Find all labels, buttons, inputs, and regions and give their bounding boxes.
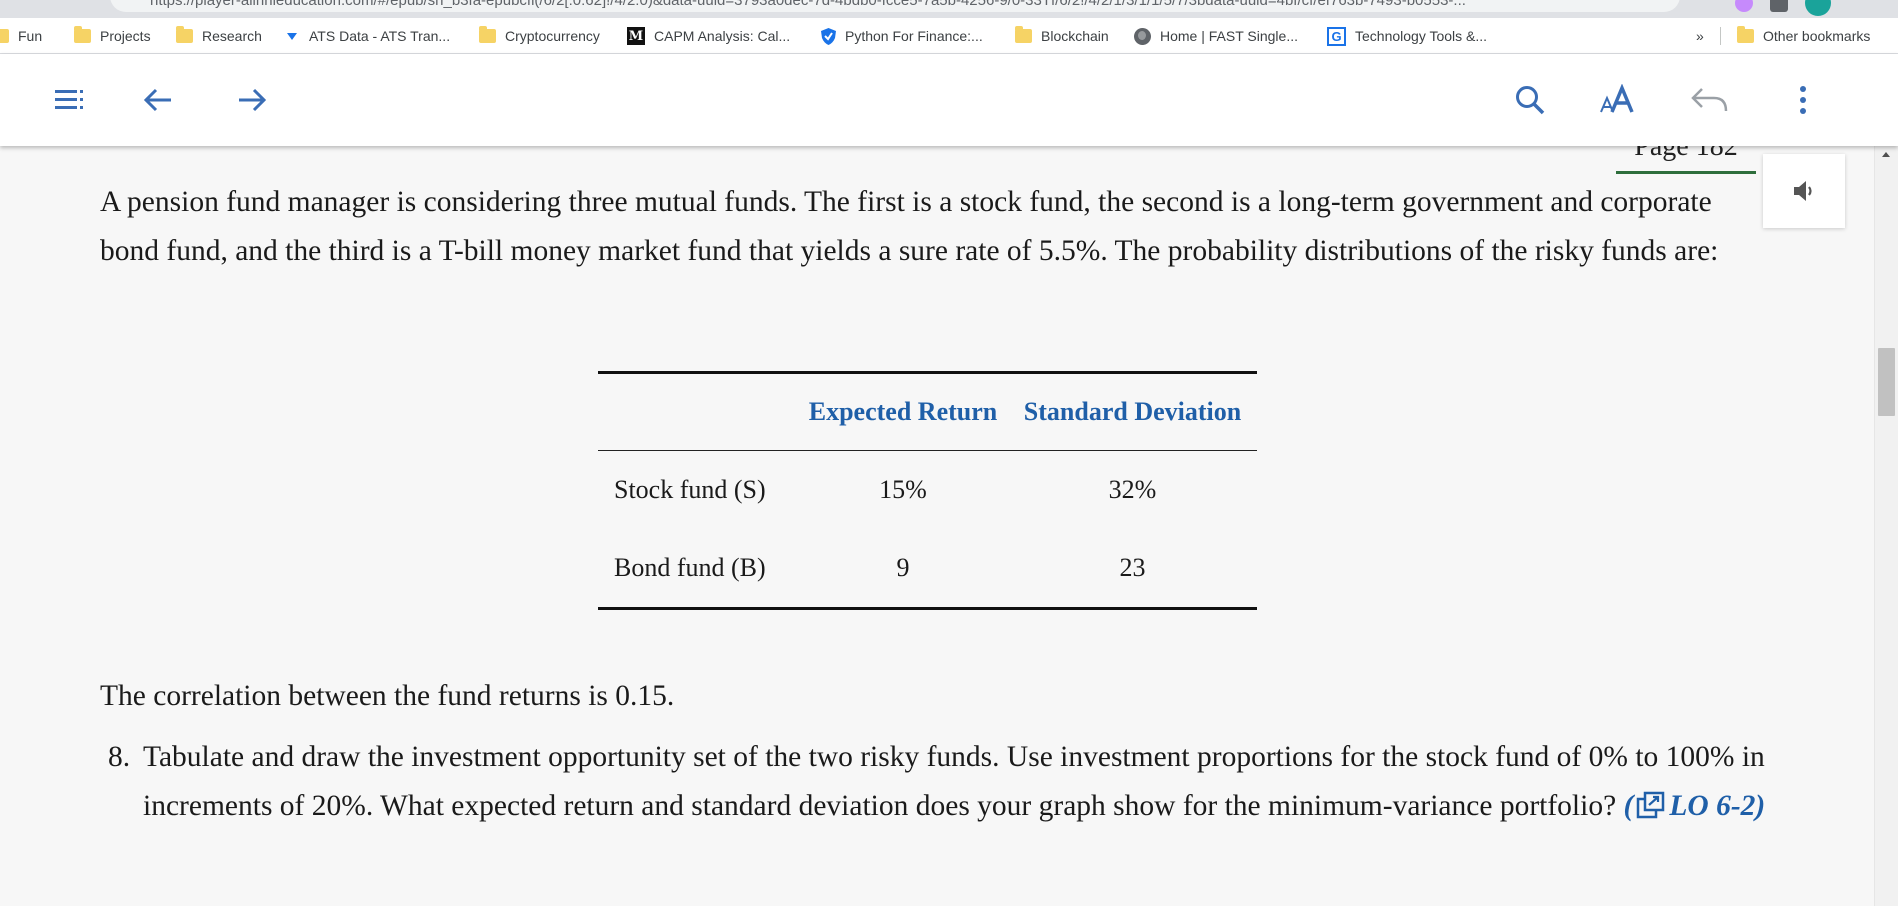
fund-name-cell: Stock fund (S) [614,475,766,505]
bookmark-label: Projects [100,28,151,44]
bookmark-label: Other bookmarks [1763,28,1871,44]
learning-objective-label: LO 6-2) [1669,790,1766,822]
bookmarks-divider [1720,27,1721,45]
reader-content: Page 182 A pension fund manager is consi… [0,146,1860,906]
folder-icon [0,29,9,43]
table-header-row: Expected Return Standard Deviation [598,373,1257,451]
bookmark-projects[interactable]: Projects [74,18,151,54]
more-options-button[interactable] [1777,74,1829,126]
bookmark-blockchain[interactable]: Blockchain [1015,18,1109,54]
search-icon [1516,86,1545,115]
page-number-rule [1616,171,1756,174]
bookmark-ats-data[interactable]: ATS Data - ATS Tran... [287,18,450,54]
bookmark-label: Home | FAST Single... [1160,28,1298,44]
m-logo-icon: M [627,27,645,45]
scroll-up-arrow-icon[interactable] [1882,152,1890,157]
bookmarks-bar: Fun Projects Research ATS Data - ATS Tra… [0,18,1898,54]
bookmark-technology-tools[interactable]: G Technology Tools &... [1327,18,1487,54]
other-bookmarks[interactable]: Other bookmarks [1737,18,1870,54]
bookmark-label: ATS Data - ATS Tran... [309,28,451,44]
folder-icon [479,26,496,43]
arrow-right-icon [239,88,267,112]
undo-button[interactable] [1684,74,1736,126]
std-dev-cell: 32% [1108,475,1157,505]
bookmark-label: Blockchain [1041,28,1109,44]
table-header-blank [598,373,798,451]
back-button[interactable] [132,74,184,126]
bookmark-label: Fun [18,28,43,44]
learning-objective-link[interactable]: (LO 6-2) [1624,790,1766,822]
folder-icon [1015,26,1032,43]
profile-avatar[interactable] [1805,0,1831,16]
bookmark-label: Cryptocurrency [505,28,600,44]
bookmark-fun[interactable]: Fun [0,18,42,54]
bookmark-capm-analysis[interactable]: M CAPM Analysis: Cal... [627,18,790,54]
address-bar-strip: https://player-alinnieducation.com/#/epu… [0,0,1898,18]
shield-icon [821,27,836,45]
intro-paragraph: A pension fund manager is considering th… [100,186,1719,267]
question-text: Tabulate and draw the investment opportu… [143,741,1765,822]
bookmarks-overflow-button[interactable]: » [1696,18,1704,54]
more-vertical-icon [1800,86,1806,114]
correlation-paragraph: The correlation between the fund returns… [100,680,675,712]
forward-button[interactable] [226,74,278,126]
folder-icon [74,26,91,43]
undo-icon [1691,88,1728,112]
question-8: 8. Tabulate and draw the investment oppo… [108,733,1768,831]
risky-funds-table: Expected Return Standard Deviation Stock… [598,371,1257,610]
reader-toolbar [0,54,1898,146]
table-header-expected-return: Expected Return [808,397,998,426]
bookmark-label: Research [202,28,262,44]
content-scrollbar[interactable] [1874,146,1898,906]
search-button[interactable] [1504,74,1556,126]
bookmark-label: Python For Finance:... [845,28,983,44]
bookmark-label: CAPM Analysis: Cal... [654,28,791,44]
external-link-icon [1637,791,1665,819]
bookmark-label: Technology Tools &... [1355,28,1488,44]
table-header-standard-deviation: Standard Deviation [1023,397,1242,426]
arrow-left-icon [143,88,171,112]
scrollbar-thumb[interactable] [1878,348,1895,416]
expected-return-cell: 15% [879,475,927,505]
bookmark-cryptocurrency[interactable]: Cryptocurrency [479,18,600,54]
bookmark-fast-single[interactable]: Home | FAST Single... [1134,18,1298,54]
globe-icon [1134,27,1151,45]
arrow-icon [287,32,297,40]
url-text[interactable]: https://player-alinnieducation.com/#/epu… [150,0,1466,9]
fund-name-cell: Bond fund (B) [614,553,766,583]
extension-icon[interactable] [1735,0,1753,12]
read-aloud-button[interactable] [1763,154,1845,228]
folder-icon [1737,26,1754,43]
menu-button[interactable] [44,74,96,126]
folder-icon [176,26,193,43]
speaker-icon [1794,181,1812,201]
std-dev-cell: 23 [1119,553,1146,583]
bookmark-python-finance[interactable]: Python For Finance:... [821,18,983,54]
page-number-label: Page 182 [1634,146,1738,162]
question-body: Tabulate and draw the investment opportu… [108,733,1768,831]
table-row: Bond fund (B) 9 23 [598,530,1257,609]
text-size-button[interactable] [1594,74,1646,126]
bookmark-research[interactable]: Research [176,18,262,54]
expected-return-cell: 9 [896,553,910,583]
g-logo-icon: G [1327,26,1346,46]
text-size-icon [1600,84,1634,113]
extensions-puzzle-icon[interactable] [1770,0,1788,12]
table-row: Stock fund (S) 15% 32% [598,451,1257,530]
menu-icon [55,90,83,109]
question-number: 8. [108,741,131,773]
